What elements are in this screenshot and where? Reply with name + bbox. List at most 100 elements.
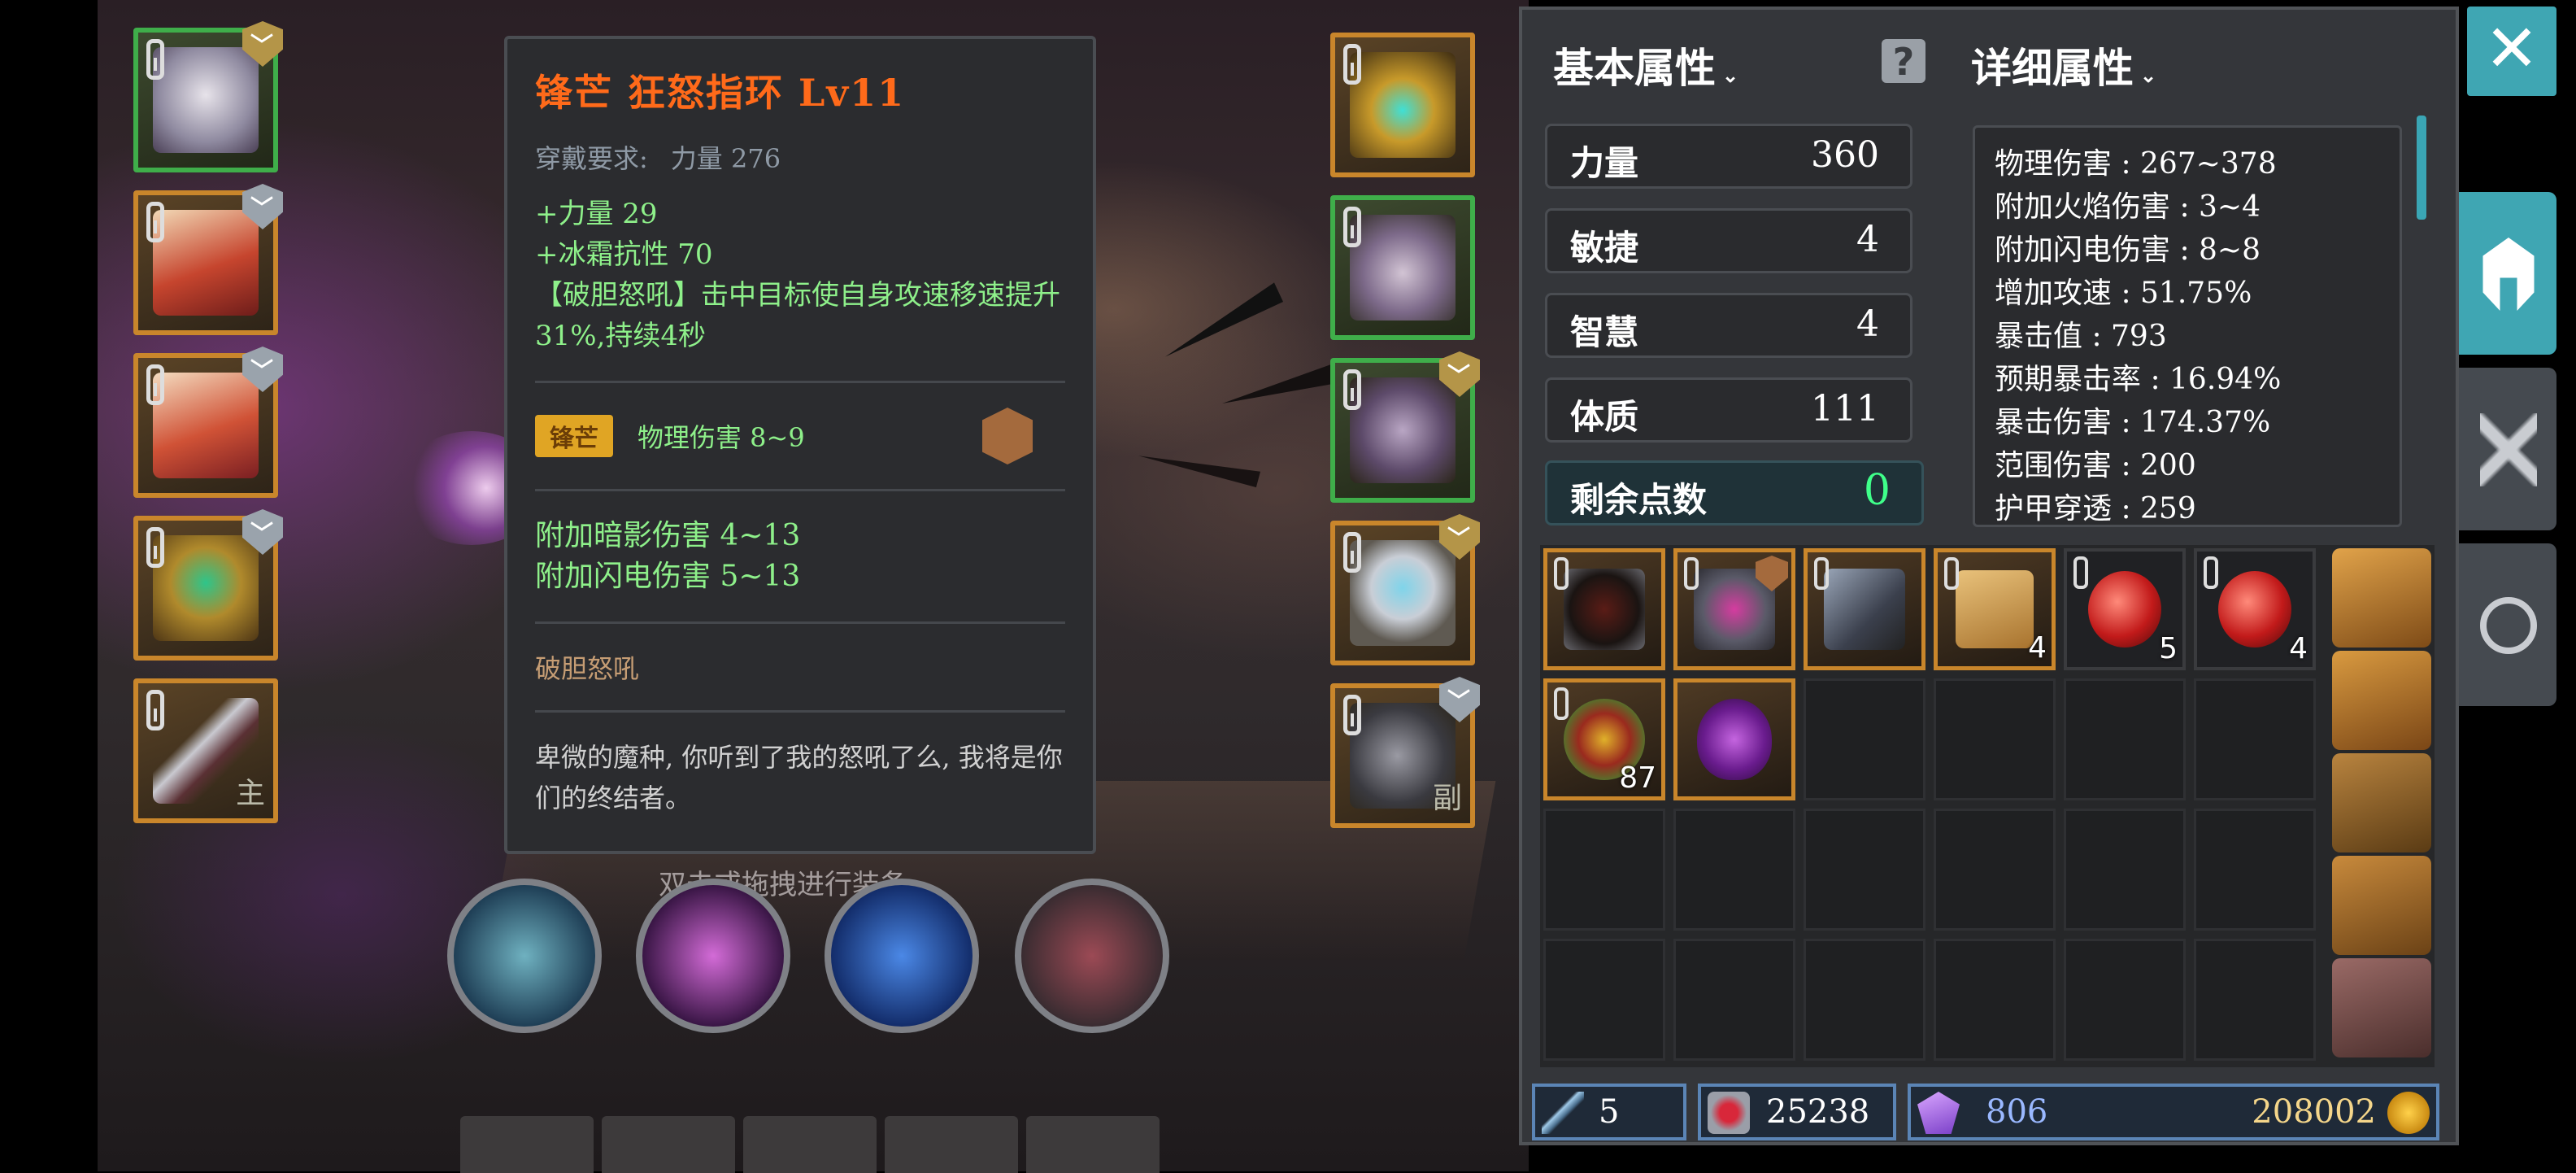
inventory-slot-empty[interactable] [2064, 809, 2186, 931]
inventory-slot-empty[interactable] [2194, 939, 2316, 1061]
inventory-slot[interactable]: 4 [1934, 548, 2056, 670]
inventory-slot[interactable]: 87 [1543, 678, 1665, 800]
prefix-badge: 锋芒 [535, 415, 613, 457]
detail-row: 护甲穿透 : 259 [1995, 492, 2196, 525]
skill-claw-button[interactable] [636, 879, 790, 1033]
inventory-slot-empty[interactable] [2194, 678, 2316, 800]
equip-slot-gloves[interactable] [1330, 195, 1475, 340]
quickbar-slot[interactable] [602, 1116, 735, 1173]
skill-slash-button[interactable] [447, 879, 602, 1033]
main-hand-tag: 主 [235, 777, 265, 810]
basic-attributes-tab[interactable]: 基本属性 ⌄ [1553, 36, 1738, 94]
tab-equipment[interactable] [2459, 192, 2556, 355]
lock-icon [146, 527, 164, 568]
ring-icon [153, 535, 259, 641]
inventory-slot-empty[interactable] [1543, 939, 1665, 1061]
inventory-slot-empty[interactable] [1804, 678, 1925, 800]
basic-attributes-title: 基本属性 [1553, 44, 1716, 92]
inventory-slot-empty[interactable] [1934, 939, 2056, 1061]
inventory-slot[interactable]: 5 [2064, 548, 2186, 670]
equip-slot-chest[interactable] [133, 184, 283, 335]
lock-icon [146, 39, 164, 80]
inventory-slot-empty[interactable] [1673, 809, 1795, 931]
attr-value: 360 [1811, 134, 1879, 176]
inventory-slot-empty[interactable] [1804, 809, 1925, 931]
inventory-slot-empty[interactable] [1543, 809, 1665, 931]
ring-icon [1350, 540, 1456, 646]
inventory-slot[interactable]: 4 [2194, 548, 2316, 670]
skill-dash-button[interactable] [825, 879, 979, 1033]
skill-name: 破胆怒吼 [535, 653, 640, 684]
divider [535, 710, 1065, 713]
inventory-slot[interactable] [1804, 548, 1925, 670]
rank-shield-icon [982, 408, 1033, 464]
quickbar-slot[interactable] [743, 1116, 877, 1173]
attr-value: 4 [1856, 303, 1879, 345]
quickbar-slot[interactable] [885, 1116, 1018, 1173]
help-icon[interactable]: ? [1882, 39, 1925, 84]
target-icon [2480, 597, 2537, 654]
purple-flask-icon [1697, 699, 1772, 780]
attr-row-agility: 敏捷 4 [1545, 208, 1912, 273]
detail-row: 暴击伤害 : 174.37% [1995, 406, 2271, 439]
off-hand-tag: 副 [1432, 782, 1462, 815]
tab-settings[interactable] [2459, 543, 2556, 706]
bag-tab-5[interactable] [2332, 958, 2431, 1057]
detail-scrollbar[interactable] [2417, 116, 2426, 220]
quickbar-slot[interactable] [1026, 1116, 1160, 1173]
equip-slot-amulet[interactable] [1330, 33, 1475, 177]
lock-icon [146, 364, 164, 405]
gloves-icon [1350, 215, 1456, 321]
steel-gauntlet-icon [1824, 569, 1905, 650]
tab-skills[interactable] [2459, 368, 2556, 530]
heart-currency: 25238 [1698, 1084, 1896, 1140]
detail-attributes-tab[interactable]: 详细属性 ⌄ [1971, 36, 2156, 94]
inventory-slot-empty[interactable] [2064, 939, 2186, 1061]
equip-slot-off-hand[interactable]: 副 [1330, 677, 1480, 828]
inventory-slot[interactable] [1673, 678, 1795, 800]
amulet-icon [1350, 52, 1456, 158]
bag-tab-2[interactable] [2332, 651, 2431, 750]
item-lore: 卑微的魔种, 你听到了我的怒吼了么, 我将是你们的终结者。 [535, 742, 1063, 813]
detail-row: 暴击值 : 793 [1995, 320, 2167, 353]
helmet-icon [2482, 238, 2535, 311]
quickbar-slot[interactable] [460, 1116, 594, 1173]
wand-currency: 5 [1532, 1084, 1686, 1140]
inventory-slot[interactable] [1543, 548, 1665, 670]
equip-slot-ring-right[interactable] [1330, 514, 1480, 665]
heart-value: 25238 [1766, 1093, 1870, 1131]
skill-leap-button[interactable] [1015, 879, 1169, 1033]
inventory-slot-empty[interactable] [1934, 678, 2056, 800]
inventory-slot-empty[interactable] [1804, 939, 1925, 1061]
inventory-slot-empty[interactable] [2194, 809, 2316, 931]
attr-row-strength: 力量 360 [1545, 124, 1912, 189]
equip-slot-helmet[interactable] [133, 21, 283, 172]
inventory-slot[interactable] [1673, 548, 1795, 670]
gold-coin-icon [2387, 1092, 2430, 1134]
stat-line: +力量 29 [535, 198, 658, 230]
bag-tab-3[interactable] [2332, 753, 2431, 852]
inventory-slot-empty[interactable] [1934, 809, 2056, 931]
lock-icon [146, 690, 164, 730]
detail-attributes-list[interactable]: 物理伤害 : 267~378 附加火焰伤害 : 3~4 附加闪电伤害 : 8~8… [1973, 125, 2402, 527]
bag-tab-4[interactable] [2332, 856, 2431, 955]
equip-slot-ring-left[interactable] [133, 509, 283, 661]
inventory-slot-empty[interactable] [2064, 678, 2186, 800]
item-count: 4 [2028, 631, 2047, 665]
attr-value: 4 [1856, 219, 1879, 260]
lock-icon [1343, 532, 1361, 573]
inventory-slot-empty[interactable] [1673, 939, 1795, 1061]
equip-slot-main-weapon[interactable]: 主 [133, 678, 278, 823]
equip-slot-boots[interactable] [1330, 351, 1480, 503]
helmet-icon [153, 47, 259, 153]
item-count: 4 [2289, 632, 2308, 665]
scroll-icon [1956, 570, 2034, 648]
heart-shield-icon [1708, 1092, 1750, 1134]
lock-icon [1554, 687, 1569, 720]
equip-slot-legs[interactable] [133, 347, 283, 498]
close-button[interactable]: ✕ [2467, 7, 2556, 96]
extra-stat: 附加暗影伤害 4~13 [535, 519, 801, 552]
lock-icon [146, 202, 164, 242]
remaining-points-row: 剩余点数 0 [1545, 460, 1924, 525]
bag-tab-1[interactable] [2332, 548, 2431, 648]
